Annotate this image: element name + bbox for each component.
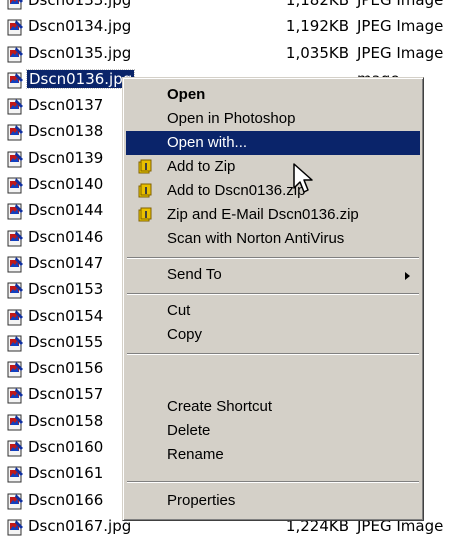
image-file-icon	[7, 255, 24, 273]
winzip-icon	[138, 183, 152, 198]
file-name[interactable]: Dscn0136.jpg	[25, 68, 136, 89]
menu-open[interactable]: Open	[126, 83, 420, 107]
file-name[interactable]: Dscn0161	[28, 460, 103, 486]
submenu-arrow-icon	[405, 272, 410, 280]
menu-copy[interactable]: Copy	[126, 323, 420, 347]
image-file-icon	[7, 386, 24, 404]
file-type: JPEG Image	[357, 0, 444, 9]
file-name[interactable]: Dscn0167.jpg	[28, 513, 131, 539]
menu-add-to-zip-label: Add to Zip	[167, 158, 236, 175]
winzip-icon	[138, 159, 152, 174]
menu-open-in-photoshop[interactable]: Open in Photoshop	[126, 107, 420, 131]
menu-rename[interactable]: Rename	[126, 443, 420, 467]
menu-add-to-named-zip[interactable]: Add to Dscn0136.zip	[126, 179, 420, 203]
file-row[interactable]: Dscn0134.jpg 1,192KB JPEG Image	[0, 13, 469, 39]
file-name[interactable]: Dscn0166	[28, 487, 103, 513]
image-file-icon	[7, 176, 24, 194]
image-file-icon	[7, 18, 24, 36]
menu-open-with[interactable]: Open with...	[126, 131, 420, 155]
file-size: 1,192KB	[285, 17, 349, 36]
file-name[interactable]: Dscn0144	[28, 197, 103, 223]
image-file-icon	[7, 123, 24, 141]
menu-cut[interactable]: Cut	[126, 299, 420, 323]
image-file-icon	[7, 492, 24, 510]
file-name[interactable]: Dscn0153	[28, 276, 103, 302]
context-menu: Open Open in Photoshop Open with... Add …	[122, 77, 424, 521]
menu-send-to-label: Send To	[167, 266, 222, 283]
image-file-icon	[7, 281, 24, 299]
menu-zip-and-email-label: Zip and E-Mail Dscn0136.zip	[167, 206, 359, 223]
menu-zip-and-email[interactable]: Zip and E-Mail Dscn0136.zip	[126, 203, 420, 227]
file-size: 1,182KB	[285, 0, 349, 9]
image-file-icon	[7, 0, 24, 10]
menu-add-to-named-zip-label: Add to Dscn0136.zip	[167, 182, 306, 199]
file-name[interactable]: Dscn0137	[28, 92, 103, 118]
menu-separator	[127, 481, 419, 483]
menu-create-shortcut[interactable]: Create Shortcut	[126, 395, 420, 419]
menu-separator	[127, 353, 419, 355]
menu-add-to-zip[interactable]: Add to Zip	[126, 155, 420, 179]
file-name[interactable]: Dscn0140	[28, 171, 103, 197]
image-file-icon	[7, 439, 24, 457]
file-name[interactable]: Dscn0158	[28, 408, 103, 434]
menu-scan-norton[interactable]: Scan with Norton AntiVirus	[126, 227, 420, 251]
file-name[interactable]: Dscn0146	[28, 224, 103, 250]
image-file-icon	[7, 150, 24, 168]
winzip-icon	[138, 207, 152, 222]
image-file-icon	[7, 45, 24, 63]
file-name[interactable]: Dscn0157	[28, 381, 103, 407]
file-name[interactable]: Dscn0135.jpg	[28, 40, 131, 66]
file-name[interactable]: Dscn0160	[28, 434, 103, 460]
file-name[interactable]: Dscn0138	[28, 118, 103, 144]
arrow-cursor-icon	[293, 163, 313, 193]
file-type: JPEG Image	[357, 17, 444, 36]
file-name[interactable]: Dscn0133.jpg	[28, 0, 131, 13]
file-row[interactable]: Dscn0135.jpg 1,035KB JPEG Image	[0, 40, 469, 66]
image-file-icon	[7, 229, 24, 247]
file-name[interactable]: Dscn0154	[28, 303, 103, 329]
image-file-icon	[7, 308, 24, 326]
file-size: 1,035KB	[285, 43, 349, 62]
file-type: JPEG Image	[357, 43, 444, 62]
menu-properties[interactable]: Properties	[126, 489, 420, 513]
image-file-icon	[7, 360, 24, 378]
file-name[interactable]: Dscn0139	[28, 145, 103, 171]
file-name[interactable]: Dscn0134.jpg	[28, 13, 131, 39]
file-name[interactable]: Dscn0156	[28, 355, 103, 381]
menu-separator	[127, 257, 419, 259]
menu-separator	[127, 293, 419, 295]
image-file-icon	[7, 518, 24, 536]
file-name[interactable]: Dscn0147	[28, 250, 103, 276]
menu-delete[interactable]: Delete	[126, 419, 420, 443]
image-file-icon	[7, 465, 24, 483]
image-file-icon	[7, 97, 24, 115]
image-file-icon	[7, 202, 24, 220]
menu-send-to[interactable]: Send To	[126, 263, 420, 287]
image-file-icon	[7, 71, 24, 89]
image-file-icon	[7, 334, 24, 352]
file-name[interactable]: Dscn0155	[28, 329, 103, 355]
file-row[interactable]: Dscn0133.jpg 1,182KB JPEG Image	[0, 0, 469, 13]
image-file-icon	[7, 413, 24, 431]
